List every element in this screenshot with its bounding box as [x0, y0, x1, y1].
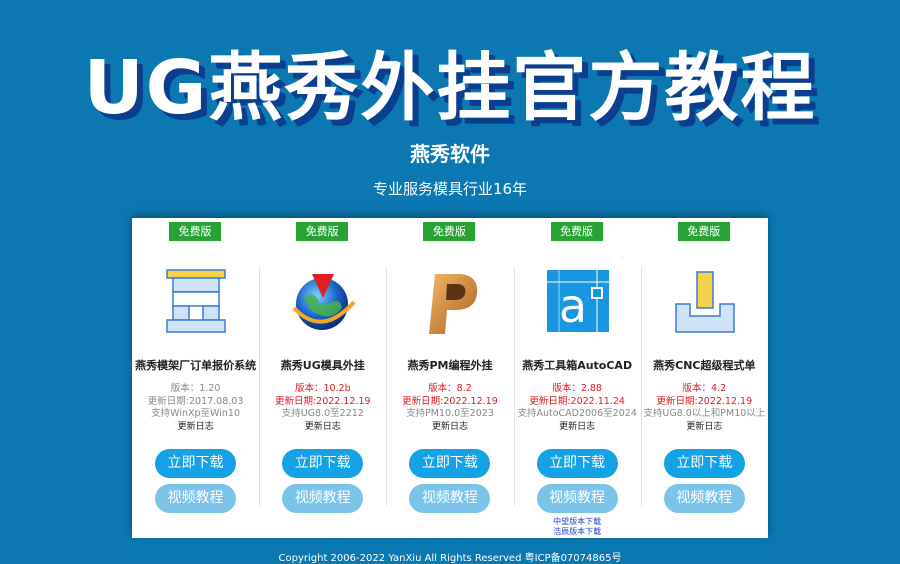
- version-text: 版本：2.88: [552, 383, 602, 394]
- svg-text:a: a: [558, 279, 586, 333]
- update-date: 更新日期:2022.12.19: [402, 395, 498, 407]
- changelog-link[interactable]: 更新日志: [514, 421, 641, 434]
- product-card-ug-mold: 免费版 燕秀UG模具外挂 版本：10.2b 更新日期:2022.12.19 支持…: [259, 218, 386, 538]
- update-date: 更新日期:2022.11.24: [529, 395, 625, 407]
- free-badge: 免费版: [550, 222, 603, 241]
- support-text: 支持UG8.0以上和PM10以上: [643, 408, 766, 419]
- product-meta: 版本：10.2b 更新日期:2022.12.19 支持UG8.0至2212 更新…: [259, 383, 386, 433]
- download-button[interactable]: 立即下载: [155, 449, 236, 478]
- product-name: 燕秀CNC超级程式单: [653, 359, 756, 372]
- support-text: 支持WinXp至Win10: [151, 408, 240, 419]
- download-button[interactable]: 立即下载: [663, 449, 745, 478]
- update-date: 更新日期:2022.12.19: [274, 395, 371, 407]
- version-text: 版本：10.2b: [294, 383, 351, 394]
- support-text: 支持UG8.0至2212: [281, 408, 364, 419]
- slogan: 专业服务模具行业16年: [372, 180, 528, 198]
- product-meta: 版本：4.2 更新日期:2022.12.19 支持UG8.0以上和PM10以上 …: [641, 383, 768, 433]
- product-name: 燕秀UG模具外挂: [280, 359, 365, 372]
- product-meta: 版本：1.20 更新日期:2017.08.03 支持WinXp至Win10 更新…: [132, 383, 259, 433]
- download-button[interactable]: 立即下载: [409, 449, 491, 478]
- changelog-link[interactable]: 更新日志: [641, 421, 768, 434]
- free-badge: 免费版: [677, 222, 730, 241]
- page-title: UG燕秀外挂官方教程: [83, 45, 817, 131]
- changelog-link[interactable]: 更新日志: [386, 421, 513, 434]
- version-text: 版本：1.20: [170, 383, 221, 394]
- product-card-quote-system: 免费版 燕秀模架厂订单报价系统 版本：1.20 更新日期:2017.08.03 …: [132, 218, 259, 538]
- product-name: 燕秀PM编程外挂: [407, 359, 493, 372]
- video-tutorial-button[interactable]: 视频教程: [409, 484, 491, 513]
- product-card-autocad-toolbox: 免费版 a 燕秀工具箱AutoCAD 版本：2.88 更新日期:2022.11.…: [513, 218, 641, 538]
- download-button[interactable]: 立即下载: [536, 449, 618, 478]
- product-name: 燕秀工具箱AutoCAD: [522, 359, 633, 372]
- video-tutorial-button[interactable]: 视频教程: [155, 484, 236, 513]
- free-badge: 免费版: [169, 222, 221, 241]
- pm-logo-icon: [415, 268, 485, 336]
- autocad-a-icon: a: [543, 268, 613, 336]
- products-panel: 免费版 燕秀模架厂订单报价系统 版本：1.20 更新日期:2017.08.03 …: [132, 218, 768, 538]
- download-button[interactable]: 立即下载: [282, 449, 364, 478]
- gstarcad-download-link[interactable]: 浩辰版本下载: [514, 527, 641, 537]
- ug-globe-icon: [288, 268, 358, 336]
- changelog-link[interactable]: 更新日志: [132, 421, 259, 434]
- mold-frame-icon: [161, 268, 231, 336]
- cnc-block-icon: [670, 268, 740, 336]
- product-card-pm-programming: 免费版 燕秀PM编程外挂 版本：8.2 更新日期:2022.12.19 支持PM…: [386, 218, 513, 538]
- version-text: 版本：8.2: [428, 383, 472, 394]
- update-date: 更新日期:2017.08.03: [147, 395, 244, 407]
- version-text: 版本：4.2: [682, 383, 727, 394]
- product-card-cnc-program-sheet: 免费版 燕秀CNC超级程式单 版本：4.2 更新日期:2022.12.19 支持…: [640, 218, 768, 538]
- zwcad-download-link[interactable]: 中望版本下载: [514, 517, 641, 527]
- video-tutorial-button[interactable]: 视频教程: [282, 484, 364, 513]
- alt-version-links: 中望版本下载 浩辰版本下载: [514, 517, 641, 537]
- video-tutorial-button[interactable]: 视频教程: [663, 484, 745, 513]
- changelog-link[interactable]: 更新日志: [259, 421, 386, 434]
- product-meta: 版本：2.88 更新日期:2022.11.24 支持AutoCAD2006至20…: [514, 383, 641, 433]
- brand-name: 燕秀软件: [410, 142, 490, 166]
- free-badge: 免费版: [423, 222, 476, 241]
- copyright-footer: Copyright 2006-2022 YanXiu All Rights Re…: [278, 553, 622, 564]
- video-tutorial-button[interactable]: 视频教程: [536, 484, 618, 513]
- support-text: 支持AutoCAD2006至2024: [517, 408, 637, 419]
- free-badge: 免费版: [296, 222, 349, 241]
- support-text: 支持PM10.0至2023: [406, 408, 494, 419]
- product-name: 燕秀模架厂订单报价系统: [135, 359, 257, 372]
- product-meta: 版本：8.2 更新日期:2022.12.19 支持PM10.0至2023 更新日…: [386, 383, 513, 433]
- update-date: 更新日期:2022.12.19: [656, 395, 753, 407]
